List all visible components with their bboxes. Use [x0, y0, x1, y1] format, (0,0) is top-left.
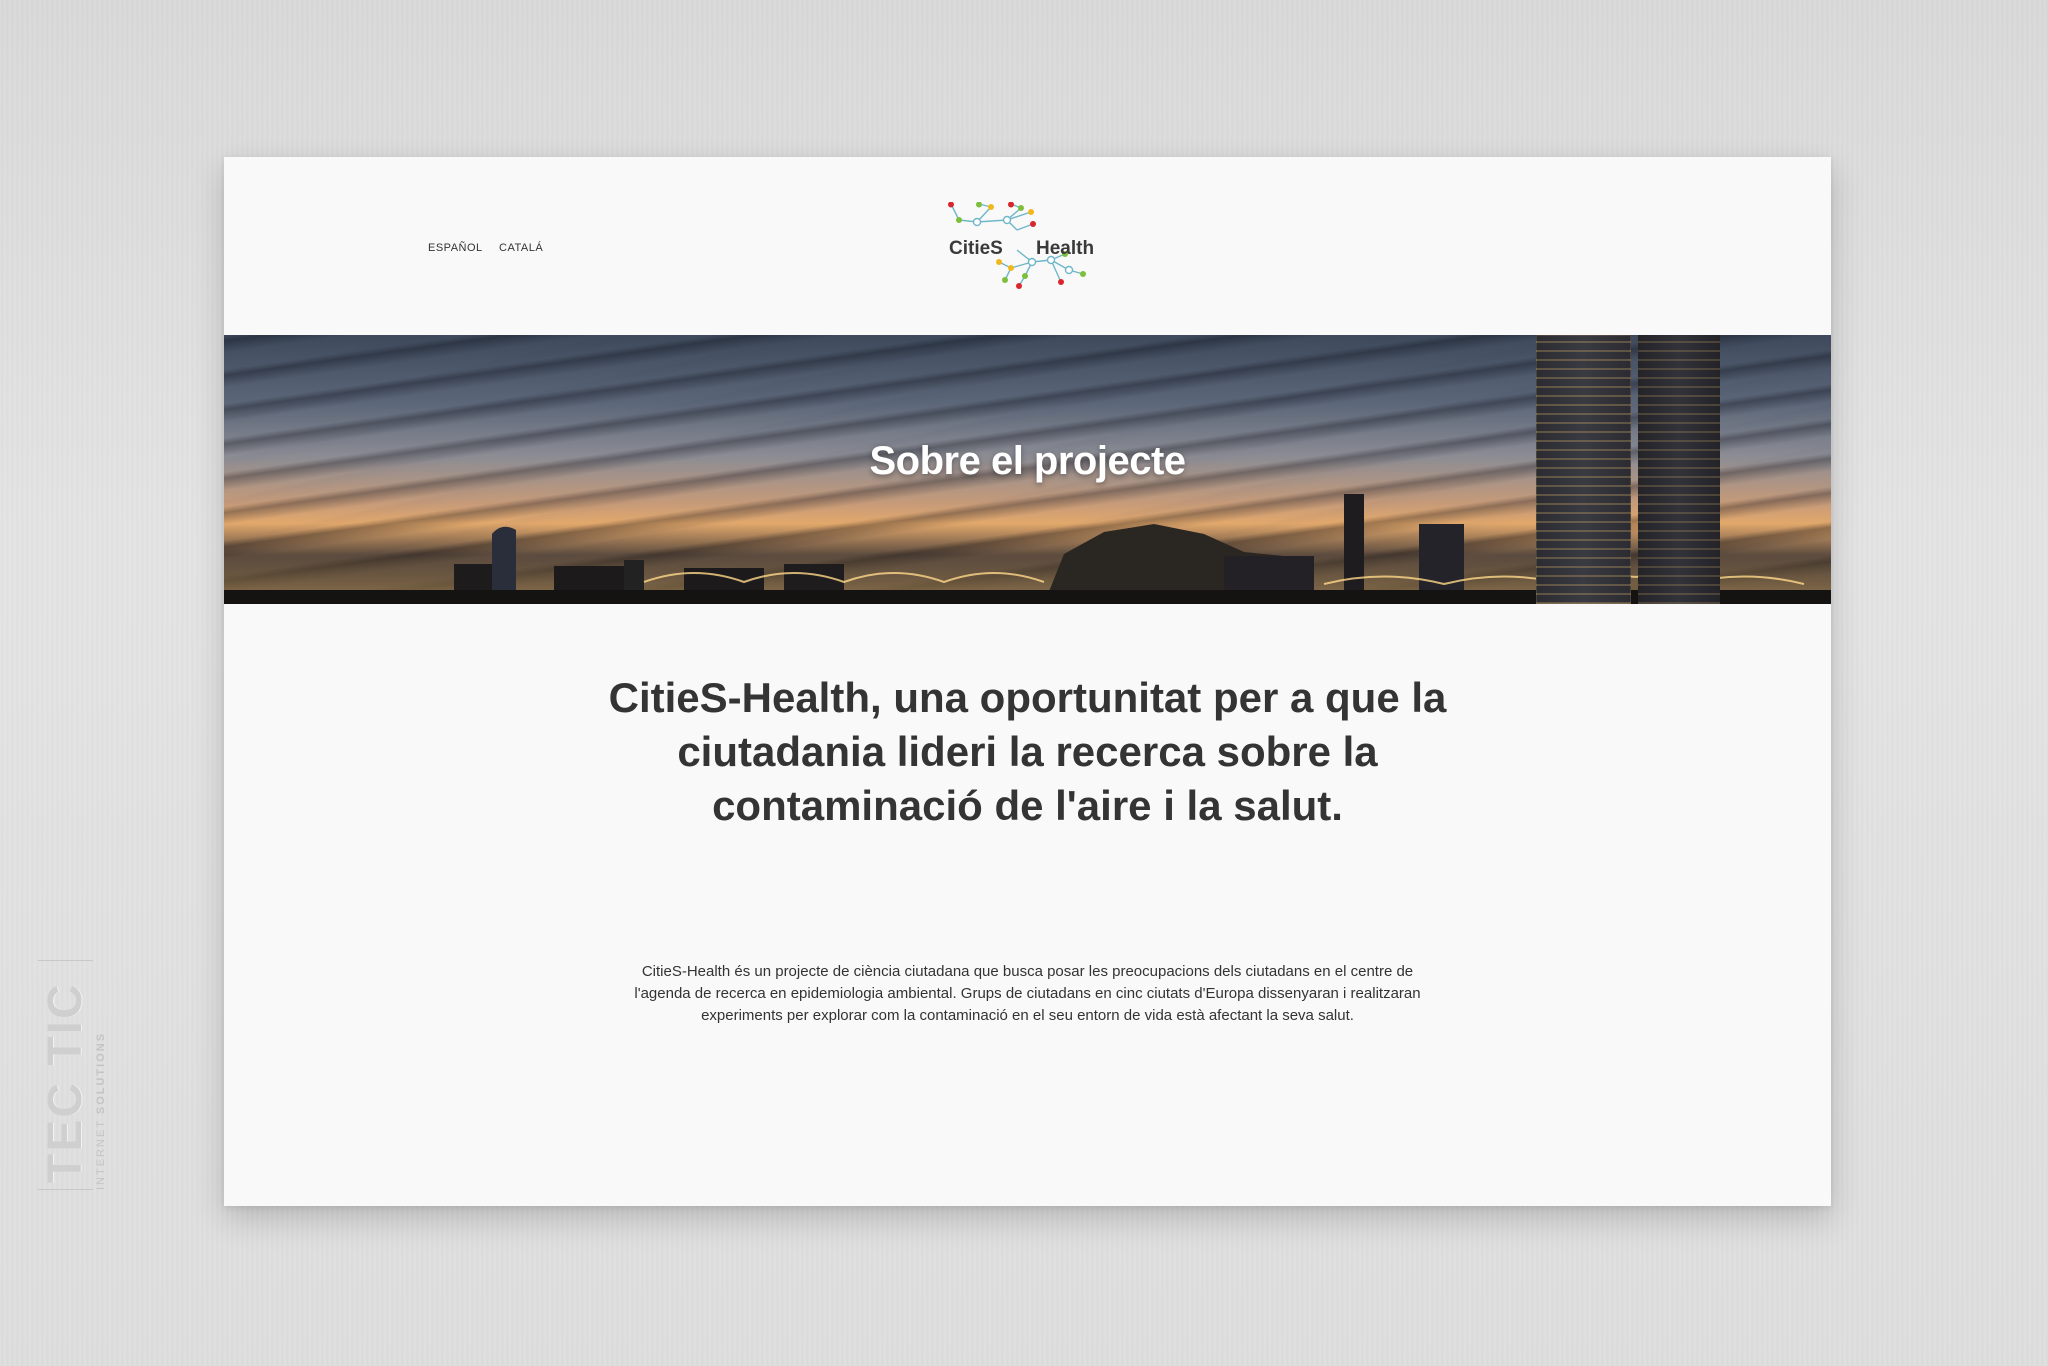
watermark-brand: TEC TIC	[38, 960, 93, 1190]
language-link-espanol[interactable]: ESPAÑOL	[428, 242, 483, 254]
cities-health-logo[interactable]: CitieS Health	[929, 202, 1109, 292]
hero-title: Sobre el projecte	[869, 439, 1186, 483]
watermark-tagline-b: SOLUTIONS	[95, 1031, 107, 1115]
tectic-watermark: TEC TIC INTERNET SOLUTIONS	[38, 960, 107, 1190]
logo-text-cities: CitieS	[949, 238, 1003, 259]
watermark-tagline: INTERNET SOLUTIONS	[95, 960, 107, 1190]
website-page: ESPAÑOL CATALÁ CitieS Health Sobre el pr…	[224, 157, 1831, 1206]
hero-banner: Sobre el projecte	[224, 335, 1831, 604]
language-link-catala[interactable]: CATALÁ	[499, 242, 543, 254]
intro-paragraph: CitieS-Health és un projecte de ciència …	[634, 963, 1421, 1024]
logo-text-health: Health	[1036, 238, 1095, 259]
watermark-tagline-a: INTERNET	[95, 1119, 107, 1190]
main-headline: CitieS-Health, una oportunitat per a que…	[608, 674, 1447, 829]
site-header: ESPAÑOL CATALÁ CitieS Health	[224, 157, 1831, 335]
